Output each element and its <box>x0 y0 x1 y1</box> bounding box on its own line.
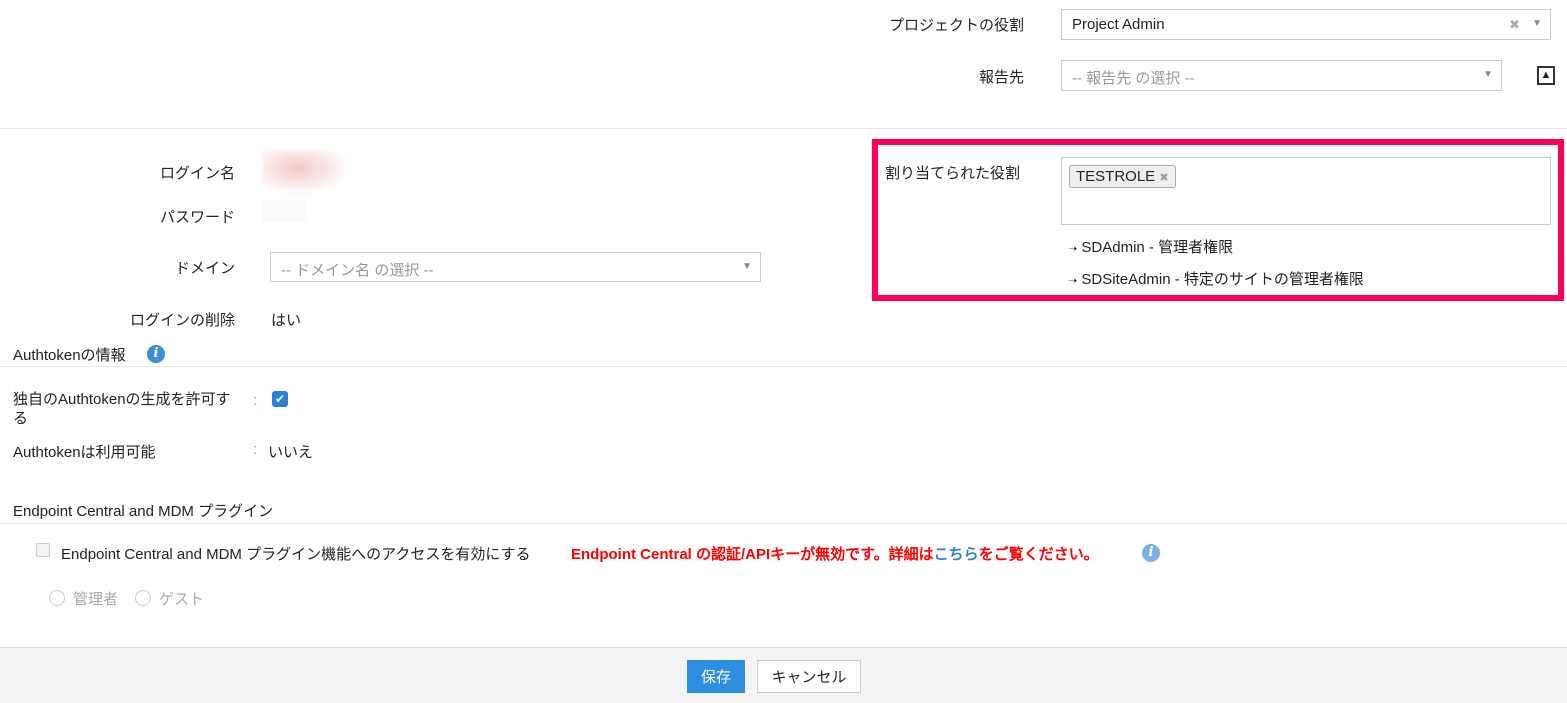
delete-login-label: ログインの削除 <box>129 312 235 329</box>
error-prefix: Endpoint Central の認証/APIキーが無効です。詳細は <box>571 546 934 563</box>
assigned-roles-label: 割り当てられた役割 <box>885 165 1021 182</box>
authtoken-title: Authtokenの情報 <box>13 347 126 364</box>
divider <box>0 128 1567 129</box>
login-name-value-redacted <box>262 150 352 195</box>
info-icon[interactable]: i <box>1142 544 1160 562</box>
plugin-title: Endpoint Central and MDM プラグイン <box>13 503 274 520</box>
clear-icon[interactable]: ✖ <box>1509 17 1520 33</box>
divider <box>0 523 1567 524</box>
radio-guest[interactable] <box>135 590 151 606</box>
project-role-select[interactable]: Project Admin ✖ ▼ <box>1061 9 1551 40</box>
arrow-right-icon: ➝ <box>1068 275 1078 287</box>
domain-select[interactable]: -- ドメイン名 の選択 -- ▼ <box>270 252 761 282</box>
enable-plugin-checkbox[interactable] <box>36 543 50 557</box>
separator: : <box>253 392 258 409</box>
reports-to-label: 報告先 <box>978 69 1024 86</box>
domain-placeholder: -- ドメイン名 の選択 -- <box>281 262 434 279</box>
assigned-roles-input[interactable]: TESTROLE ✖ <box>1061 157 1551 225</box>
chevron-down-icon: ▼ <box>742 261 752 272</box>
authtoken-available-value: いいえ <box>268 444 314 461</box>
role-item-label: SDSiteAdmin - 特定のサイトの管理者権限 <box>1081 271 1364 288</box>
separator: : <box>253 441 258 458</box>
role-item: ➝ SDAdmin - 管理者権限 <box>1068 236 1233 257</box>
role-tag: TESTROLE ✖ <box>1069 165 1176 188</box>
allow-authtoken-checkbox[interactable]: ✔ <box>272 391 288 407</box>
contact-book-icon[interactable]: ▲ <box>1537 66 1555 85</box>
cancel-button[interactable]: キャンセル <box>757 660 861 693</box>
login-name-label: ログイン名 <box>159 165 235 182</box>
domain-label: ドメイン <box>174 260 235 277</box>
chevron-down-icon: ▼ <box>1532 18 1542 29</box>
project-role-value: Project Admin <box>1072 16 1165 33</box>
role-item-label: SDAdmin - 管理者権限 <box>1081 239 1234 256</box>
allow-authtoken-label: 独自のAuthtokenの生成を許可する <box>13 391 231 427</box>
role-item: ➝ SDSiteAdmin - 特定のサイトの管理者権限 <box>1068 268 1364 289</box>
project-role-label: プロジェクトの役割 <box>888 17 1024 34</box>
error-suffix: をご覧ください。 <box>978 546 1099 563</box>
password-value-redacted <box>262 200 307 222</box>
divider <box>0 366 1567 367</box>
save-button[interactable]: 保存 <box>687 660 745 693</box>
info-icon[interactable]: i <box>147 345 165 363</box>
radio-admin[interactable] <box>49 590 65 606</box>
delete-login-value: はい <box>271 312 302 329</box>
details-link[interactable]: こちら <box>934 546 979 563</box>
radio-admin-label: 管理者 <box>73 591 119 608</box>
authtoken-available-label: Authtokenは利用可能 <box>13 444 156 461</box>
reports-to-placeholder: -- 報告先 の選択 -- <box>1072 70 1195 87</box>
remove-tag-icon[interactable]: ✖ <box>1159 172 1168 184</box>
role-tag-label: TESTROLE <box>1076 168 1156 185</box>
plugin-error-message: Endpoint Central の認証/APIキーが無効です。詳細はこちらをご… <box>571 543 1099 564</box>
arrow-right-icon: ➝ <box>1068 243 1078 255</box>
chevron-down-icon: ▼ <box>1483 69 1493 80</box>
radio-guest-label: ゲスト <box>159 591 205 608</box>
password-label: パスワード <box>159 209 235 226</box>
reports-to-select[interactable]: -- 報告先 の選択 -- ▼ <box>1061 60 1502 91</box>
enable-plugin-label: Endpoint Central and MDM プラグイン機能へのアクセスを有… <box>61 546 531 563</box>
